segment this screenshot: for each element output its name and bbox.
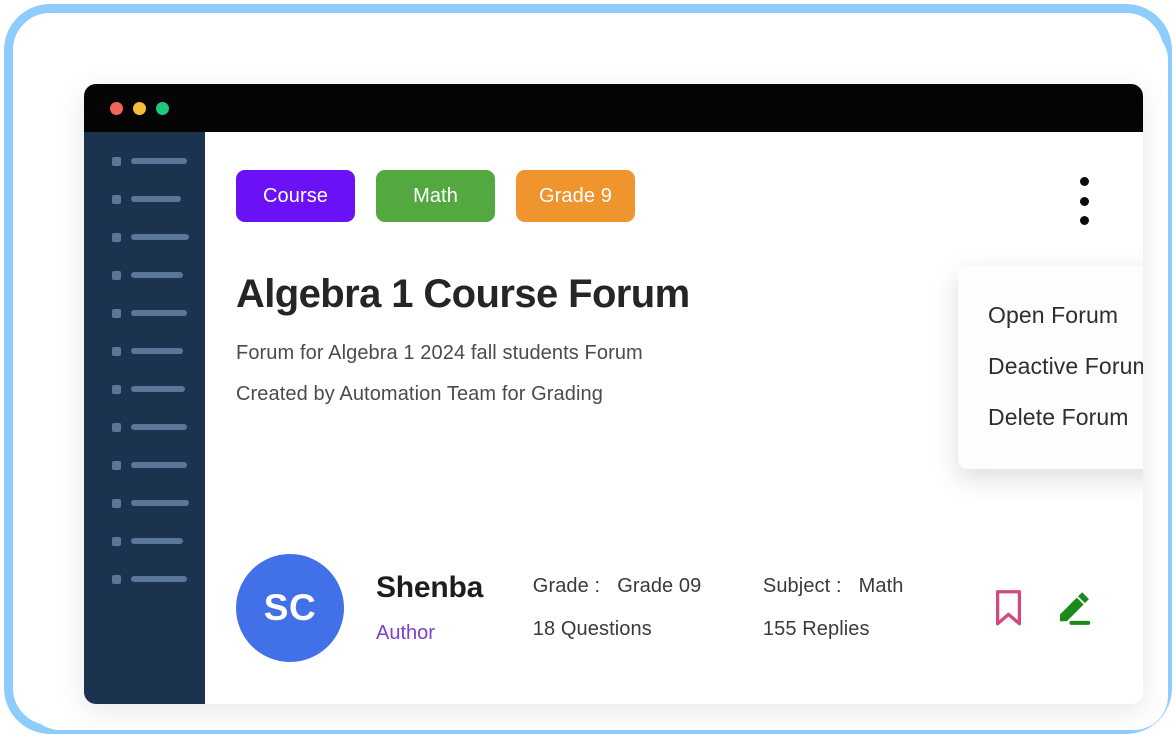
grade-value: Grade 09 <box>617 575 702 597</box>
sidebar-item-icon <box>112 156 121 166</box>
sidebar-item-label-placeholder <box>131 272 183 278</box>
sidebar-item-label-placeholder <box>131 158 187 164</box>
menu-item-open-forum[interactable]: Open Forum <box>958 290 1143 341</box>
sidebar-item-label-placeholder <box>131 538 183 544</box>
sidebar-item-6[interactable] <box>84 342 205 360</box>
sidebar-item-label-placeholder <box>131 234 189 240</box>
sidebar-item-4[interactable] <box>84 266 205 284</box>
subject-stats-column: Subject : Math 155 Replies <box>763 575 993 641</box>
author-role-badge: Author <box>376 622 435 644</box>
sidebar-item-icon <box>112 194 121 204</box>
sidebar <box>84 132 205 704</box>
kebab-dot-3 <box>1079 216 1089 225</box>
sidebar-item-1[interactable] <box>84 152 205 170</box>
main-content: Course Math Grade 9 Algebra 1 Course Forum… <box>205 132 1143 704</box>
bookmark-icon[interactable] <box>993 589 1024 627</box>
kebab-dot-1 <box>1079 177 1089 186</box>
sidebar-item-icon <box>112 308 121 318</box>
subject-label: Subject : <box>762 575 853 597</box>
window-title-bar <box>84 84 1143 132</box>
author-name: Shenba <box>376 571 484 604</box>
sidebar-item-label-placeholder <box>131 348 183 354</box>
grade-stat: Grade : Grade 09 <box>533 575 763 598</box>
forum-options-dropdown: Open Forum Deactive Forum Delete Forum <box>958 266 1143 469</box>
subject-value: Math <box>858 575 904 597</box>
sidebar-item-12[interactable] <box>84 570 205 588</box>
questions-count: 18 Questions <box>532 618 652 640</box>
sidebar-item-icon <box>112 498 121 508</box>
grade-stats-column: Grade : Grade 09 18 Questions <box>533 575 763 641</box>
avatar: SC <box>236 554 344 662</box>
author-info: Shenba Author <box>376 571 533 645</box>
sidebar-item-icon <box>112 422 121 432</box>
tag-grade-9[interactable]: Grade 9 <box>516 170 635 222</box>
maximize-window-button[interactable] <box>156 101 169 115</box>
sidebar-item-11[interactable] <box>84 532 205 550</box>
author-row: SC Shenba Author Grade : Grade 09 18 Que… <box>236 554 1115 662</box>
sidebar-item-icon <box>112 232 121 242</box>
pencil-edit-icon[interactable] <box>1055 589 1093 627</box>
tag-course[interactable]: Course <box>236 170 355 222</box>
device-inner-surface: Course Math Grade 9 Algebra 1 Course Forum… <box>26 26 1168 730</box>
sidebar-item-label-placeholder <box>131 424 187 430</box>
sidebar-item-label-placeholder <box>131 196 181 202</box>
sidebar-item-5[interactable] <box>84 304 205 322</box>
tag-list: Course Math Grade 9 <box>236 170 1143 222</box>
sidebar-item-8[interactable] <box>84 418 205 436</box>
browser-window: Course Math Grade 9 Algebra 1 Course Forum… <box>84 84 1143 704</box>
window-body: Course Math Grade 9 Algebra 1 Course Forum… <box>84 132 1143 704</box>
sidebar-item-label-placeholder <box>131 310 187 316</box>
sidebar-item-10[interactable] <box>84 494 205 512</box>
sidebar-item-label-placeholder <box>131 386 185 392</box>
tag-math[interactable]: Math <box>376 170 495 222</box>
sidebar-item-9[interactable] <box>84 456 205 474</box>
grade-label: Grade : <box>532 575 612 597</box>
sidebar-item-icon <box>112 384 121 394</box>
kebab-menu-icon[interactable] <box>1071 174 1097 228</box>
menu-item-delete-forum[interactable]: Delete Forum <box>958 392 1143 443</box>
sidebar-item-icon <box>112 574 121 584</box>
row-actions <box>993 589 1115 627</box>
sidebar-item-3[interactable] <box>84 228 205 246</box>
kebab-dot-2 <box>1079 196 1089 206</box>
subject-stat: Subject : Math <box>763 575 993 598</box>
sidebar-item-icon <box>112 270 121 280</box>
sidebar-item-2[interactable] <box>84 190 205 208</box>
minimize-window-button[interactable] <box>133 101 146 115</box>
sidebar-item-label-placeholder <box>131 500 189 506</box>
menu-item-deactive-forum[interactable]: Deactive Forum <box>958 341 1143 392</box>
sidebar-item-icon <box>112 460 121 470</box>
sidebar-item-label-placeholder <box>131 462 187 468</box>
close-window-button[interactable] <box>110 101 123 115</box>
sidebar-item-label-placeholder <box>131 576 187 582</box>
device-frame: Course Math Grade 9 Algebra 1 Course Forum… <box>4 4 1172 734</box>
sidebar-item-7[interactable] <box>84 380 205 398</box>
sidebar-item-icon <box>112 346 121 356</box>
replies-count: 155 Replies <box>762 618 870 640</box>
sidebar-item-icon <box>112 536 121 546</box>
